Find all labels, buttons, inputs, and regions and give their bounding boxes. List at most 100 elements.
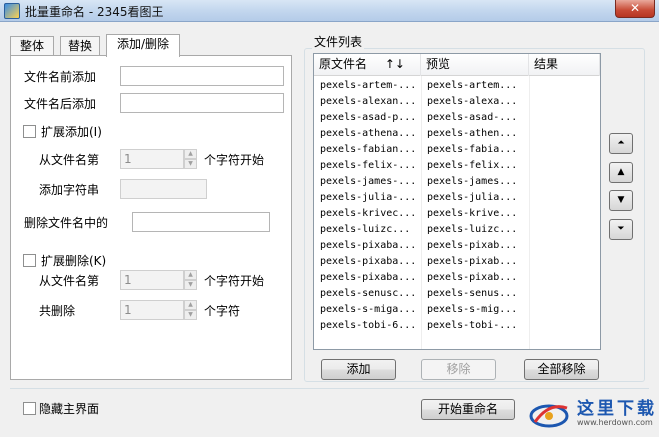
remove-all-button[interactable]: 全部移除	[524, 359, 599, 380]
original-filename-cell: pexels-tobi-6...	[320, 320, 417, 331]
total-del-label: 共删除	[39, 304, 76, 318]
suffix-input[interactable]	[120, 93, 284, 113]
original-filename-cell: pexels-julia-...	[320, 192, 417, 203]
prefix-input[interactable]	[120, 66, 284, 86]
total-del-value[interactable]: 1	[120, 300, 184, 320]
table-row[interactable]: pexels-luizc... pexels-luizc...	[314, 222, 600, 238]
delete-in-label: 删除文件名中的	[24, 216, 109, 230]
original-filename-cell: pexels-krivec...	[320, 208, 417, 219]
watermark-swirl-icon	[529, 404, 569, 428]
start-rename-button[interactable]: 开始重命名	[421, 399, 515, 420]
file-list[interactable]: 原文件名 ↑↓ 预览 结果 pexels-artem-... pexels-art…	[313, 53, 601, 350]
preview-filename-cell: pexels-alexa...	[427, 96, 518, 107]
move-bottom-icon: ⏷	[617, 224, 625, 234]
delete-in-input[interactable]	[132, 212, 270, 232]
separator	[10, 388, 649, 389]
hide-main-checkbox[interactable]	[23, 402, 36, 415]
watermark-text: 这里下载	[577, 399, 657, 419]
table-row[interactable]: pexels-julia-... pexels-julia...	[314, 190, 600, 206]
file-list-caption: 文件列表	[312, 33, 365, 50]
table-row[interactable]: pexels-james-... pexels-james...	[314, 174, 600, 190]
table-row[interactable]: pexels-asad-p... pexels-asad-...	[314, 110, 600, 126]
original-filename-cell: pexels-felix-...	[320, 160, 417, 171]
char-start-label: 个字符开始	[204, 153, 265, 167]
preview-filename-cell: pexels-fabia...	[427, 144, 518, 155]
table-row[interactable]: pexels-tobi-6... pexels-tobi-...	[314, 318, 600, 334]
move-bottom-button[interactable]: ⏷	[609, 219, 633, 240]
app-icon	[4, 3, 20, 19]
watermark-logo: 这里下载 www.herdown.com	[527, 394, 657, 434]
from-pos-label: 从文件名第	[39, 153, 100, 167]
spin-down-icon[interactable]: ▼	[184, 280, 197, 290]
suffix-label: 文件名后添加	[24, 97, 97, 111]
hide-main-label: 隐藏主界面	[39, 402, 100, 416]
add-string-input[interactable]	[120, 179, 207, 199]
original-filename-cell: pexels-fabian...	[320, 144, 417, 155]
column-result[interactable]: 结果	[529, 54, 600, 76]
file-list-header: 原文件名 ↑↓ 预览 结果	[314, 54, 600, 76]
table-row[interactable]: pexels-pixaba... pexels-pixab...	[314, 254, 600, 270]
preview-filename-cell: pexels-pixab...	[427, 240, 518, 251]
sort-icon[interactable]: ↑↓	[385, 57, 405, 71]
ext-add-checkbox[interactable]	[23, 125, 36, 138]
column-preview[interactable]: 预览	[421, 54, 529, 76]
spin-down-icon[interactable]: ▼	[184, 159, 197, 169]
move-top-icon: ⏶	[617, 138, 625, 148]
from-pos-value[interactable]: 1	[120, 149, 184, 169]
table-row[interactable]: pexels-s-miga... pexels-s-mig...	[314, 302, 600, 318]
original-filename-cell: pexels-athena...	[320, 128, 417, 139]
original-filename-cell: pexels-s-miga...	[320, 304, 417, 315]
watermark-url: www.herdown.com	[577, 418, 653, 427]
preview-filename-cell: pexels-julia...	[427, 192, 518, 203]
preview-filename-cell: pexels-james...	[427, 176, 518, 187]
table-row[interactable]: pexels-fabian... pexels-fabia...	[314, 142, 600, 158]
original-filename-cell: pexels-senusc...	[320, 288, 417, 299]
original-filename-cell: pexels-asad-p...	[320, 112, 417, 123]
preview-filename-cell: pexels-pixab...	[427, 256, 518, 267]
move-up-button[interactable]: ▲	[609, 162, 633, 183]
table-row[interactable]: pexels-pixaba... pexels-pixab...	[314, 238, 600, 254]
window-title: 批量重命名 - 2345看图王	[25, 5, 164, 19]
spin-up-icon[interactable]: ▲	[184, 270, 197, 280]
ext-add-label: 扩展添加(I)	[41, 125, 102, 139]
column-original[interactable]: 原文件名 ↑↓	[314, 54, 421, 76]
close-button[interactable]: ✕	[615, 0, 655, 18]
move-top-button[interactable]: ⏶	[609, 133, 633, 154]
remove-button[interactable]: 移除	[421, 359, 496, 380]
preview-filename-cell: pexels-artem...	[427, 80, 518, 91]
add-delete-panel: 文件名前添加 文件名后添加 扩展添加(I) 从文件名第 1 ▲ ▼ 个字符开始 添…	[10, 55, 292, 380]
spin-up-icon[interactable]: ▲	[184, 149, 197, 159]
table-row[interactable]: pexels-felix-... pexels-felix...	[314, 158, 600, 174]
tab-replace[interactable]: 替换	[60, 36, 100, 56]
preview-filename-cell: pexels-senus...	[427, 288, 518, 299]
move-up-icon: ▲	[617, 167, 625, 177]
original-filename-cell: pexels-artem-...	[320, 80, 417, 91]
table-row[interactable]: pexels-pixaba... pexels-pixab...	[314, 270, 600, 286]
table-row[interactable]: pexels-athena... pexels-athen...	[314, 126, 600, 142]
preview-filename-cell: pexels-luizc...	[427, 224, 518, 235]
add-string-label: 添加字符串	[39, 183, 100, 197]
move-down-icon: ▼	[617, 195, 625, 205]
original-filename-cell: pexels-luizc...	[320, 224, 411, 235]
original-filename-cell: pexels-pixaba...	[320, 256, 417, 267]
table-row[interactable]: pexels-krivec... pexels-krive...	[314, 206, 600, 222]
table-row[interactable]: pexels-senusc... pexels-senus...	[314, 286, 600, 302]
tab-overall[interactable]: 整体	[10, 36, 54, 56]
preview-filename-cell: pexels-krive...	[427, 208, 518, 219]
original-filename-cell: pexels-pixaba...	[320, 240, 417, 251]
prefix-label: 文件名前添加	[24, 70, 97, 84]
spin-up-icon[interactable]: ▲	[184, 300, 197, 310]
preview-filename-cell: pexels-athen...	[427, 128, 518, 139]
preview-filename-cell: pexels-asad-...	[427, 112, 518, 123]
preview-filename-cell: pexels-felix...	[427, 160, 518, 171]
spin-down-icon[interactable]: ▼	[184, 310, 197, 320]
add-button[interactable]: 添加	[321, 359, 396, 380]
from-pos2-value[interactable]: 1	[120, 270, 184, 290]
move-down-button[interactable]: ▼	[609, 190, 633, 211]
chars-label: 个字符	[204, 304, 241, 318]
table-row[interactable]: pexels-artem-... pexels-artem...	[314, 78, 600, 94]
table-row[interactable]: pexels-alexan... pexels-alexa...	[314, 94, 600, 110]
preview-filename-cell: pexels-s-mig...	[427, 304, 518, 315]
ext-del-checkbox[interactable]	[23, 254, 36, 267]
tab-add-delete[interactable]: 添加/删除	[106, 34, 180, 57]
